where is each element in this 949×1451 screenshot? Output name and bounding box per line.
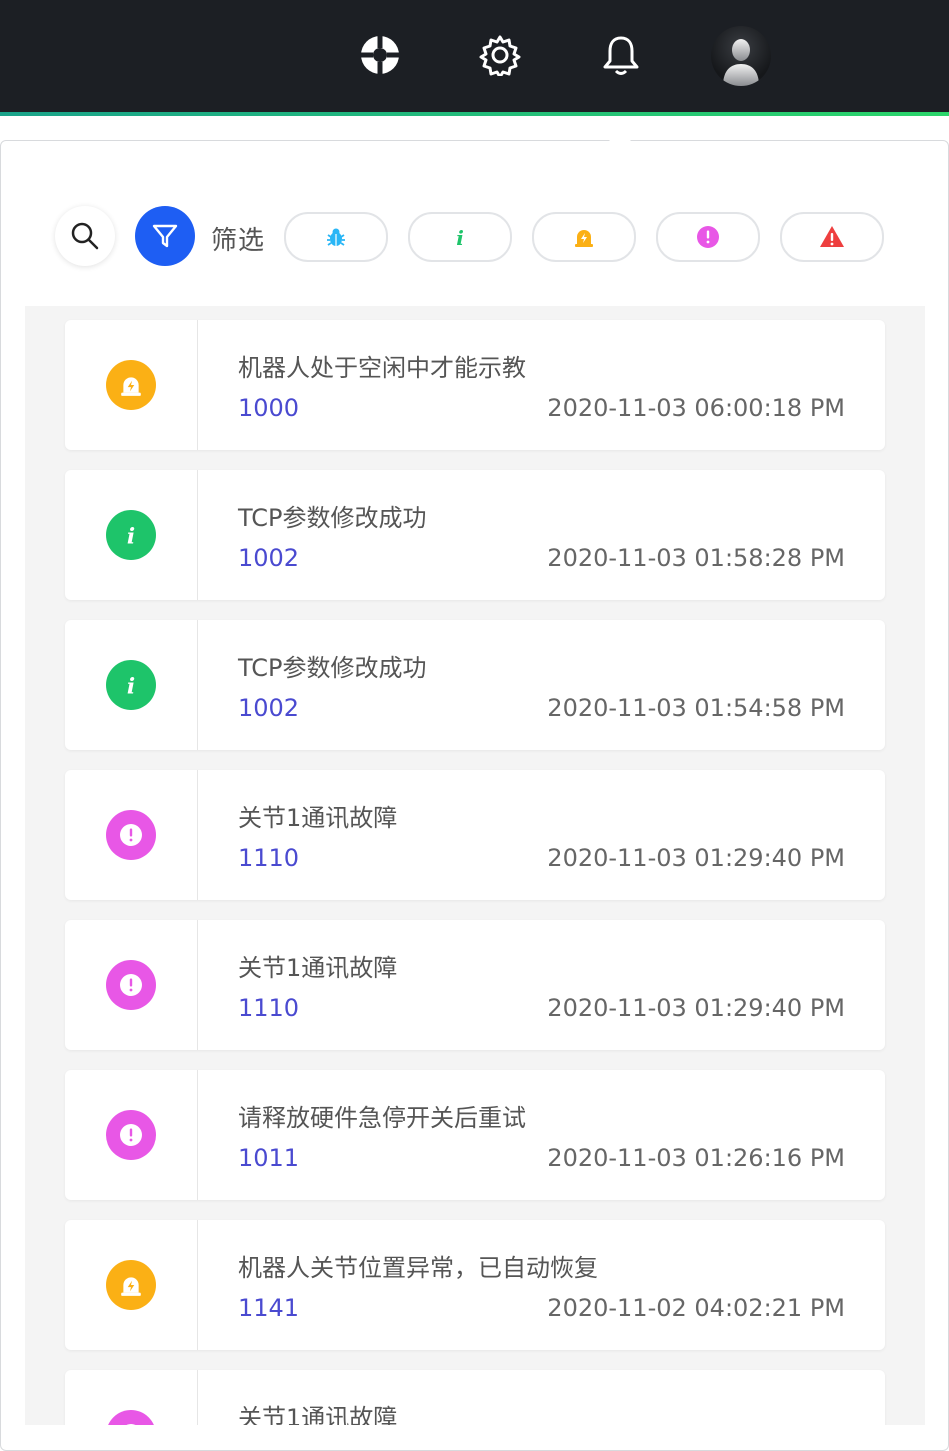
event-card[interactable]: 机器人处于空闲中才能示教 1000 2020-11-03 06:00:18 PM xyxy=(65,320,885,450)
event-code: 1002 xyxy=(238,694,300,722)
event-title: 关节1通讯故障 xyxy=(238,954,398,982)
event-time: 2020-11-03 06:00:18 PM xyxy=(547,394,845,422)
event-card[interactable]: 关节1通讯故障 1110 2020-11-03 01:29:40 PM xyxy=(65,770,885,900)
popover-caret xyxy=(609,130,631,141)
event-card[interactable]: i TCP参数修改成功 1002 2020-11-03 01:58:28 PM xyxy=(65,470,885,600)
event-time: 2020-11-03 01:29:40 PM xyxy=(547,994,845,1022)
accent-line xyxy=(0,112,949,116)
alarm-light-icon xyxy=(106,360,156,410)
card-divider xyxy=(197,1370,198,1425)
top-bar xyxy=(0,0,949,112)
avatar[interactable] xyxy=(711,26,771,86)
event-code: 1011 xyxy=(238,1144,300,1172)
event-code: 1110 xyxy=(238,994,300,1022)
event-title: 关节1通讯故障 xyxy=(238,1404,398,1425)
event-time: 2020-11-03 01:54:58 PM xyxy=(547,694,845,722)
filter-chip-warning[interactable] xyxy=(532,212,636,262)
event-title: 关节1通讯故障 xyxy=(238,804,398,832)
error-circle-icon xyxy=(697,226,719,248)
event-code: 1141 xyxy=(238,1294,300,1322)
event-title: 请释放硬件急停开关后重试 xyxy=(238,1104,526,1132)
event-time: 2020-11-02 04:02:21 PM xyxy=(547,1294,845,1322)
event-title: 机器人处于空闲中才能示教 xyxy=(238,354,526,382)
svg-text:i: i xyxy=(127,675,135,697)
error-circle-icon xyxy=(106,810,156,860)
bug-icon xyxy=(327,228,345,246)
event-time: 2020-11-03 01:29:40 PM xyxy=(547,844,845,872)
event-card[interactable]: 机器人关节位置异常，已自动恢复 1141 2020-11-02 04:02:21… xyxy=(65,1220,885,1350)
event-time: 2020-11-03 01:58:28 PM xyxy=(547,544,845,572)
filter-chip-debug[interactable] xyxy=(284,212,388,262)
funnel-icon xyxy=(152,224,178,248)
event-code: 1110 xyxy=(238,844,300,872)
triangle-alert-icon xyxy=(820,226,844,247)
event-code: 1002 xyxy=(238,544,300,572)
filter-chip-error[interactable] xyxy=(656,212,760,262)
event-card[interactable]: 关节1通讯故障 1110 2020-11-03 01:29:40 PM xyxy=(65,920,885,1050)
event-title: 机器人关节位置异常，已自动恢复 xyxy=(238,1254,598,1282)
filter-label: 筛选 xyxy=(211,226,266,256)
event-time: 2020-11-03 01:26:16 PM xyxy=(547,1144,845,1172)
search-button[interactable] xyxy=(55,206,115,266)
gear-icon[interactable] xyxy=(470,25,530,85)
card-divider xyxy=(197,770,198,900)
event-card[interactable]: 请释放硬件急停开关后重试 1011 2020-11-03 01:26:16 PM xyxy=(65,1070,885,1200)
alarm-light-icon xyxy=(575,230,593,247)
card-divider xyxy=(197,920,198,1050)
card-divider xyxy=(197,1070,198,1200)
info-icon: i xyxy=(456,226,464,248)
event-title: TCP参数修改成功 xyxy=(238,654,427,682)
card-divider xyxy=(197,1220,198,1350)
card-divider xyxy=(197,320,198,450)
error-circle-icon xyxy=(106,1110,156,1160)
event-list: 机器人处于空闲中才能示教 1000 2020-11-03 06:00:18 PM… xyxy=(25,306,925,1425)
filter-chip-info[interactable]: i xyxy=(408,212,512,262)
card-divider xyxy=(197,470,198,600)
info-icon: i xyxy=(106,660,156,710)
info-icon: i xyxy=(106,510,156,560)
event-title: TCP参数修改成功 xyxy=(238,504,427,532)
event-card[interactable]: 关节1通讯故障 xyxy=(65,1370,885,1425)
error-circle-icon xyxy=(106,960,156,1010)
filter-chip-critical[interactable] xyxy=(780,212,884,262)
search-icon xyxy=(71,222,99,250)
svg-text:i: i xyxy=(127,525,135,547)
card-divider xyxy=(197,620,198,750)
error-circle-icon xyxy=(106,1410,156,1425)
event-card[interactable]: i TCP参数修改成功 1002 2020-11-03 01:54:58 PM xyxy=(65,620,885,750)
filter-button[interactable] xyxy=(135,206,195,266)
support-icon[interactable] xyxy=(350,25,410,85)
alarm-light-icon xyxy=(106,1260,156,1310)
bell-icon[interactable] xyxy=(591,25,651,85)
svg-text:i: i xyxy=(456,226,464,248)
event-code: 1000 xyxy=(238,394,300,422)
